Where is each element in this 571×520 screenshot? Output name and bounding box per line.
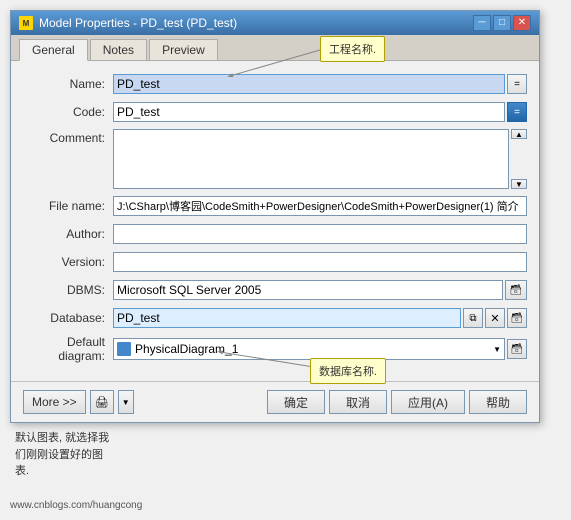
database-label: Database: [23,311,113,325]
code-input[interactable] [113,102,505,122]
close-button[interactable]: ✕ [513,15,531,31]
comment-scroll-up[interactable]: ▲ [511,129,527,139]
bottom-note: 默认图表, 就选择我 们刚刚设置好的图 表. [15,430,109,455]
callout-database-name: 数据库名称. [310,358,386,384]
filename-row: File name: J:\CSharp\博客园\CodeSmith+Power… [23,195,527,217]
tab-preview[interactable]: Preview [149,39,218,60]
author-input[interactable] [113,224,527,244]
main-window: M Model Properties - PD_test (PD_test) ─… [10,10,540,423]
comment-row: Comment: ▲ ▼ [23,129,527,189]
db-copy-btn[interactable]: ⧉ [463,308,483,328]
filename-label: File name: [23,199,113,213]
maximize-button[interactable]: □ [493,15,511,31]
filename-display: J:\CSharp\博客园\CodeSmith+PowerDesigner\Co… [113,196,527,216]
default-diagram-label: Default diagram: [23,335,113,363]
version-field-group [113,252,527,272]
default-diagram-select[interactable]: PhysicalDiagram_1 ▼ [113,338,505,360]
help-button[interactable]: 帮助 [469,390,527,414]
version-label: Version: [23,255,113,269]
dbms-field-group: 🗃 [113,280,527,300]
print-icon: 🖨 [95,396,109,409]
code-extra-btn[interactable]: = [507,102,527,122]
comment-field-group: ▲ ▼ [113,129,527,189]
title-bar-buttons: ─ □ ✕ [473,15,531,31]
name-row: Name: = [23,73,527,95]
author-row: Author: [23,223,527,245]
dbms-row: DBMS: 🗃 [23,279,527,301]
note-line3: 表. [15,463,109,480]
database-row: Database: ⧉ ✕ 🗃 [23,307,527,329]
version-row: Version: [23,251,527,273]
apply-button[interactable]: 应用(A) [391,390,465,414]
comment-textarea[interactable] [113,129,509,189]
dbms-browse-btn[interactable]: 🗃 [505,280,527,300]
tab-general[interactable]: General [19,39,88,61]
title-bar-left: M Model Properties - PD_test (PD_test) [19,16,237,30]
database-field-group: ⧉ ✕ 🗃 [113,308,527,328]
dbms-input[interactable] [113,280,503,300]
more-button[interactable]: More >> [23,390,86,414]
callout-project-name: 工程名称. [320,36,385,62]
website-text: www.cnblogs.com/huangcong [10,500,142,510]
comment-label: Comment: [23,129,113,145]
filename-field-group: J:\CSharp\博客园\CodeSmith+PowerDesigner\Co… [113,196,527,216]
name-label: Name: [23,77,113,91]
cancel-button[interactable]: 取消 [329,390,387,414]
dbms-label: DBMS: [23,283,113,297]
button-row: More >> 🖨 ▼ 确定 取消 应用(A) 帮助 [11,381,539,422]
name-input[interactable] [113,74,505,94]
form-content: Name: = Code: = Comment: ▲ ▼ [11,61,539,381]
note-line1: 默认图表, 就选择我 [15,430,109,447]
tab-notes[interactable]: Notes [90,39,147,60]
default-diagram-field-group: PhysicalDiagram_1 ▼ 🗃 [113,338,527,360]
comment-scroll-down[interactable]: ▼ [511,179,527,189]
code-field-group: = [113,102,527,122]
tab-bar: General Notes Preview [11,35,539,61]
window-title: Model Properties - PD_test (PD_test) [39,16,237,30]
title-bar: M Model Properties - PD_test (PD_test) ─… [11,11,539,35]
version-input[interactable] [113,252,527,272]
author-field-group [113,224,527,244]
database-input[interactable] [113,308,461,328]
dbms-icon: 🗃 [510,285,523,296]
code-row: Code: = [23,101,527,123]
name-field-group: = [113,74,527,94]
minimize-button[interactable]: ─ [473,15,491,31]
print-button[interactable]: 🖨 [90,390,114,414]
diagram-icon [117,342,131,356]
ok-button[interactable]: 确定 [267,390,325,414]
code-label: Code: [23,105,113,119]
diagram-browse-btn[interactable]: 🗃 [507,339,527,359]
db-browse-btn[interactable]: 🗃 [507,308,527,328]
select-dropdown-arrow: ▼ [493,345,501,354]
print-dropdown-btn[interactable]: ▼ [118,390,134,414]
db-delete-btn[interactable]: ✕ [485,308,505,328]
note-line2: 们刚刚设置好的图 [15,447,109,464]
name-extra-btn[interactable]: = [507,74,527,94]
app-icon: M [19,16,33,30]
author-label: Author: [23,227,113,241]
default-diagram-row: Default diagram: PhysicalDiagram_1 ▼ 🗃 [23,335,527,363]
default-diagram-value: PhysicalDiagram_1 [135,342,493,356]
